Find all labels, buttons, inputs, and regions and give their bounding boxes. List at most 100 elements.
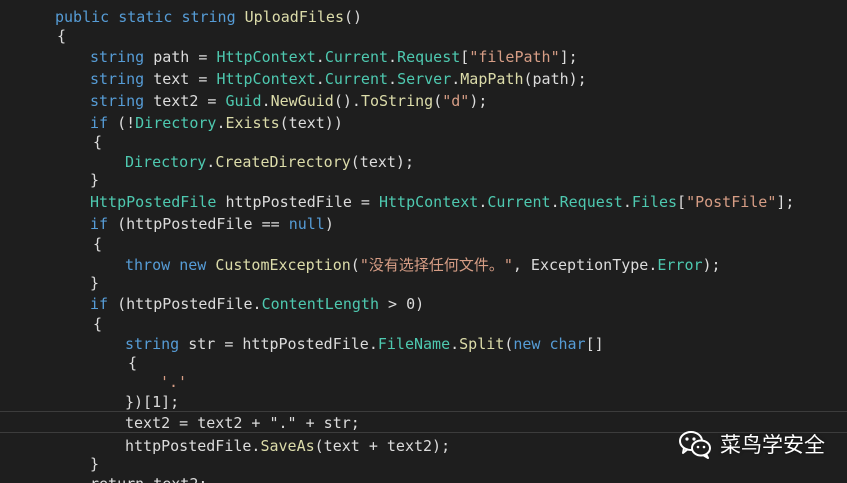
wechat-icon: [679, 431, 711, 459]
code-text: );: [469, 92, 488, 110]
member-name: Files: [631, 193, 678, 211]
type-name: Guid: [225, 92, 262, 110]
code-line-13: throw new CustomException("没有选择任何文件。", E…: [125, 255, 721, 275]
code-text: })[1];: [125, 393, 180, 411]
code-text: > 0): [379, 295, 425, 313]
method-name: Split: [459, 335, 505, 353]
string-literal: "d": [442, 92, 470, 110]
code-text: (httpPostedFile ==: [108, 215, 289, 233]
code-line-7: {: [93, 132, 102, 152]
code-text: .: [261, 92, 271, 110]
code-text: ];: [776, 193, 795, 211]
member-name: Current: [324, 70, 389, 88]
keyword: if: [90, 215, 109, 233]
code-text: [: [460, 48, 470, 66]
code-line-10: HttpPostedFile httpPostedFile = HttpCont…: [90, 192, 794, 212]
code-editor[interactable]: public static string UploadFiles() { str…: [0, 0, 847, 483]
keyword: public: [55, 8, 110, 26]
code-text: httpPostedFile.: [125, 437, 261, 455]
code-line-14: }: [90, 273, 99, 293]
code-text: return text2;: [90, 475, 207, 483]
code-line-21: text2 = text2 + "." + str;: [125, 413, 360, 433]
code-text: (text)): [279, 114, 343, 132]
method-name: CreateDirectory: [215, 153, 351, 171]
code-text: ];: [559, 48, 578, 66]
code-text: str = httpPostedFile.: [179, 335, 378, 353]
type-name: CustomException: [215, 256, 351, 274]
code-line-24: return text2;: [90, 474, 207, 483]
code-line-15: if (httpPostedFile.ContentLength > 0): [90, 294, 424, 314]
code-text: .: [622, 193, 632, 211]
code-text: (path);: [523, 70, 587, 88]
code-text: httpPostedFile =: [216, 193, 379, 211]
string-literal: "filePath": [469, 48, 560, 66]
code-line-4: string text = HttpContext.Current.Server…: [90, 69, 587, 89]
code-text: );: [702, 256, 721, 274]
code-text: {: [93, 315, 103, 333]
code-line-5: string text2 = Guid.NewGuid().ToString("…: [90, 91, 487, 111]
code-text: (!: [108, 114, 136, 132]
code-line-6: if (!Directory.Exists(text)): [90, 113, 343, 133]
code-text: {: [57, 27, 67, 45]
keyword: static: [118, 8, 173, 26]
watermark-label: 菜鸟学安全: [720, 433, 825, 457]
code-text: .: [388, 48, 398, 66]
code-line-16: {: [93, 314, 102, 334]
keyword: null: [288, 215, 325, 233]
code-line-20: })[1];: [125, 392, 179, 412]
watermark: 菜鸟学安全: [678, 426, 825, 462]
keyword: string: [90, 48, 145, 66]
member-name: Request: [559, 193, 623, 211]
method-name: UploadFiles: [244, 8, 344, 26]
code-text: .: [451, 70, 461, 88]
code-text: text =: [144, 70, 217, 88]
code-text: .: [315, 70, 325, 88]
method-name: MapPath: [460, 70, 524, 88]
member-name: ContentLength: [261, 295, 379, 313]
code-text: []: [585, 335, 604, 353]
code-line-8: Directory.CreateDirectory(text);: [125, 152, 414, 172]
code-line-3: string path = HttpContext.Current.Reques…: [90, 47, 578, 67]
code-text: ().: [333, 92, 361, 110]
keyword: char: [549, 335, 586, 353]
type-name: HttpPostedFile: [90, 193, 217, 211]
code-line-23: }: [90, 454, 99, 474]
code-text: }: [90, 274, 100, 292]
keyword: string: [181, 8, 236, 26]
code-line-9: }: [90, 170, 99, 190]
code-text: text2 = text2 + "." + str;: [125, 414, 360, 432]
string-literal: "没有选择任何文件。": [359, 256, 513, 274]
member-name: Current: [324, 48, 389, 66]
code-text: , ExceptionType.: [512, 256, 658, 274]
keyword: string: [90, 92, 145, 110]
code-text: .: [206, 153, 216, 171]
code-line-18: {: [128, 353, 137, 373]
code-text: {: [93, 235, 103, 253]
member-name: Current: [487, 193, 551, 211]
code-text: .: [315, 48, 325, 66]
string-literal: "PostFile": [686, 193, 777, 211]
code-text: (: [350, 256, 360, 274]
code-text: .: [550, 193, 560, 211]
method-name: SaveAs: [260, 437, 315, 455]
keyword: if: [90, 295, 109, 313]
member-name: Server: [397, 70, 452, 88]
code-text: (httpPostedFile.: [108, 295, 262, 313]
code-line-1: public static string UploadFiles(): [55, 7, 362, 27]
type-name: HttpContext: [379, 193, 479, 211]
code-text: ): [324, 215, 334, 233]
method-name: NewGuid: [270, 92, 334, 110]
keyword: new: [513, 335, 541, 353]
type-name: HttpContext: [216, 70, 316, 88]
code-text: .: [450, 335, 460, 353]
code-line-22: httpPostedFile.SaveAs(text + text2);: [125, 436, 450, 456]
method-name: Exists: [225, 114, 280, 132]
keyword: throw: [125, 256, 171, 274]
keyword: new: [179, 256, 207, 274]
code-text: [: [677, 193, 687, 211]
code-text: }: [90, 455, 100, 473]
code-line-12: {: [93, 234, 102, 254]
keyword: string: [90, 70, 145, 88]
code-line-11: if (httpPostedFile == null): [90, 214, 334, 234]
keyword: if: [90, 114, 109, 132]
